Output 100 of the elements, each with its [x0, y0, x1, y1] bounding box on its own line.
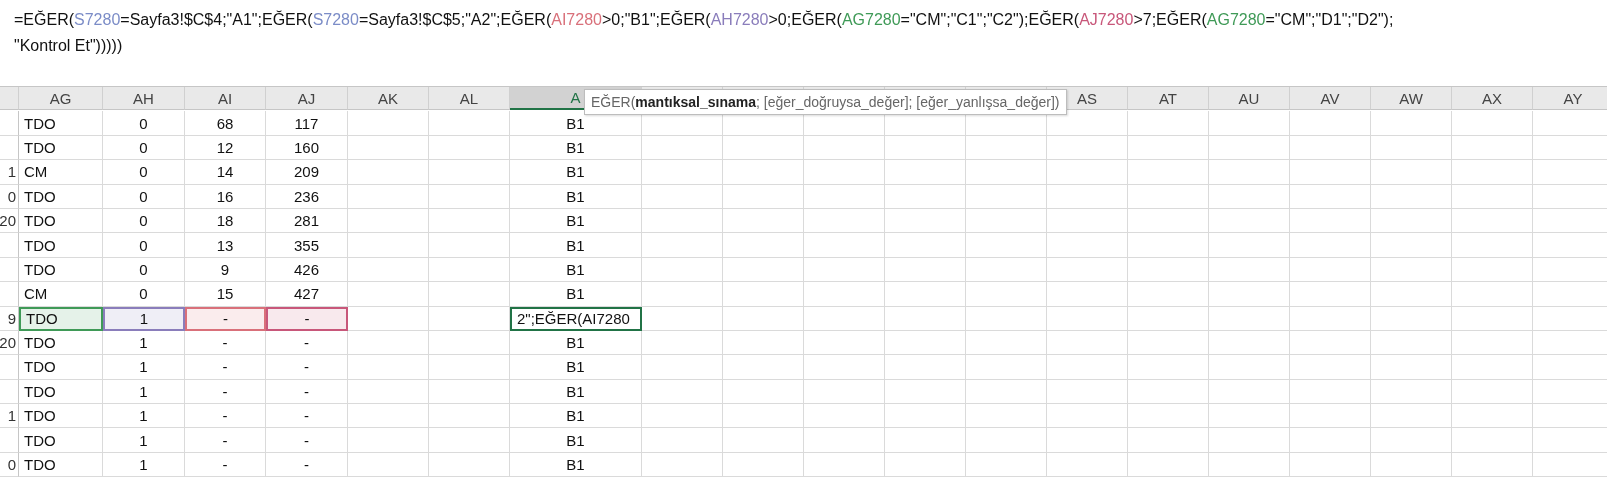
column-header[interactable]: AV	[1290, 87, 1371, 110]
row-header[interactable]	[0, 355, 19, 380]
column-header[interactable]: AU	[1209, 87, 1290, 110]
table-cell: -	[185, 379, 266, 405]
table-cell: 9	[185, 257, 266, 283]
table-cell: 0	[103, 208, 185, 234]
table-cell: 209	[266, 160, 348, 185]
table-cell: 0	[103, 184, 185, 209]
table-cell: -	[185, 306, 266, 331]
table-cell: 1	[103, 404, 185, 429]
table-cell: 0	[103, 160, 185, 185]
table-cell: 15	[185, 282, 266, 307]
table-cell: CM	[19, 160, 103, 185]
table-cell: -	[185, 355, 266, 380]
table-cell: 236	[266, 184, 348, 209]
table-cell: B1	[510, 184, 642, 209]
row-header[interactable]	[0, 282, 19, 307]
row-number[interactable]: 20	[0, 208, 19, 234]
row-header[interactable]	[0, 233, 19, 258]
row-number[interactable]: 0	[0, 184, 19, 209]
column-header[interactable]: AH	[103, 87, 185, 110]
row-header[interactable]	[0, 428, 19, 453]
row-number[interactable]: 20	[0, 330, 19, 356]
table-cell: -	[185, 404, 266, 429]
table-cell: B1	[510, 452, 642, 477]
function-tooltip: EĞER(mantıksal_sınama; [eğer_doğruysa_değer]; [eğer_yanlışsa_değer])	[584, 89, 1067, 115]
table-cell: -	[266, 452, 348, 477]
table-cell: TDO	[19, 208, 103, 234]
table-cell: TDO	[19, 379, 103, 405]
table-cell: TDO	[19, 355, 103, 380]
table-cell: 0	[103, 257, 185, 283]
table-cell: 117	[266, 111, 348, 136]
row-number[interactable]: 0	[0, 452, 19, 477]
table-cell: TDO	[19, 233, 103, 258]
column-header[interactable]: AY	[1533, 87, 1607, 110]
column-header[interactable]: AG	[19, 87, 103, 110]
table-cell: TDO	[19, 428, 103, 453]
table-cell: -	[266, 355, 348, 380]
formula-line: =EĞER(S7280=Sayfa3!$C$4;"A1";EĞER(S7280=Sayfa3!$C$5;"A2";EĞER(AI7280>0;"B1";EĞER(AH7280>0;EĞER(AG7280="CM";"C1";"C2");EĞER(AJ7280>7;EĞER(AG7280="CM";"D1";"D2");	[14, 9, 1394, 30]
table-cell: B1	[510, 404, 642, 429]
table-cell: 12	[185, 135, 266, 161]
column-header[interactable]: AW	[1371, 87, 1452, 110]
table-cell: B1	[510, 160, 642, 185]
table-cell: 1	[103, 428, 185, 453]
row-number[interactable]: 1	[0, 160, 19, 185]
table-cell: 0	[103, 111, 185, 136]
table-cell: B1	[510, 257, 642, 283]
table-cell: 1	[103, 355, 185, 380]
table-cell: TDO	[19, 306, 103, 331]
table-cell: B1	[510, 208, 642, 234]
table-cell: 426	[266, 257, 348, 283]
table-cell: -	[185, 452, 266, 477]
table-cell: 1	[103, 379, 185, 405]
column-header[interactable]: AK	[348, 87, 429, 110]
table-cell: 427	[266, 282, 348, 307]
column-header[interactable]: AI	[185, 87, 266, 110]
table-cell: B1	[510, 330, 642, 356]
table-cell: 281	[266, 208, 348, 234]
table-cell: -	[266, 428, 348, 453]
row-number[interactable]: 9	[0, 306, 19, 331]
table-cell: 1	[103, 306, 185, 331]
table-cell: -	[266, 404, 348, 429]
table-cell: 1	[103, 452, 185, 477]
formula-line: "Kontrol Et")))))	[14, 36, 123, 56]
table-cell: -	[185, 330, 266, 356]
table-cell: -	[266, 379, 348, 405]
row-header[interactable]	[0, 257, 19, 283]
table-cell: TDO	[19, 184, 103, 209]
table-cell: CM	[19, 282, 103, 307]
table-cell: 0	[103, 135, 185, 161]
table-cell: TDO	[19, 404, 103, 429]
active-cell[interactable]: 2";EĞER(AI7280	[510, 306, 642, 331]
row-header[interactable]	[0, 111, 19, 136]
table-cell: -	[185, 428, 266, 453]
table-cell: 13	[185, 233, 266, 258]
column-header[interactable]: AT	[1128, 87, 1209, 110]
table-cell: TDO	[19, 452, 103, 477]
table-cell: 0	[103, 233, 185, 258]
table-cell: 68	[185, 111, 266, 136]
table-cell: B1	[510, 379, 642, 405]
table-cell: TDO	[19, 111, 103, 136]
table-cell: B1	[510, 282, 642, 307]
table-cell: -	[266, 330, 348, 356]
row-header[interactable]	[0, 379, 19, 405]
select-all-corner[interactable]	[0, 87, 19, 110]
column-header[interactable]: AL	[429, 87, 510, 110]
table-cell: 18	[185, 208, 266, 234]
table-cell: 1	[103, 330, 185, 356]
row-header[interactable]	[0, 135, 19, 161]
table-cell: 355	[266, 233, 348, 258]
table-cell: TDO	[19, 330, 103, 356]
table-cell: B1	[510, 428, 642, 453]
table-cell: TDO	[19, 257, 103, 283]
table-cell: 16	[185, 184, 266, 209]
row-number[interactable]: 1	[0, 404, 19, 429]
column-header[interactable]: AX	[1452, 87, 1533, 110]
table-cell: 160	[266, 135, 348, 161]
table-cell: B1	[510, 355, 642, 380]
column-header[interactable]: AJ	[266, 87, 348, 110]
table-cell: 14	[185, 160, 266, 185]
